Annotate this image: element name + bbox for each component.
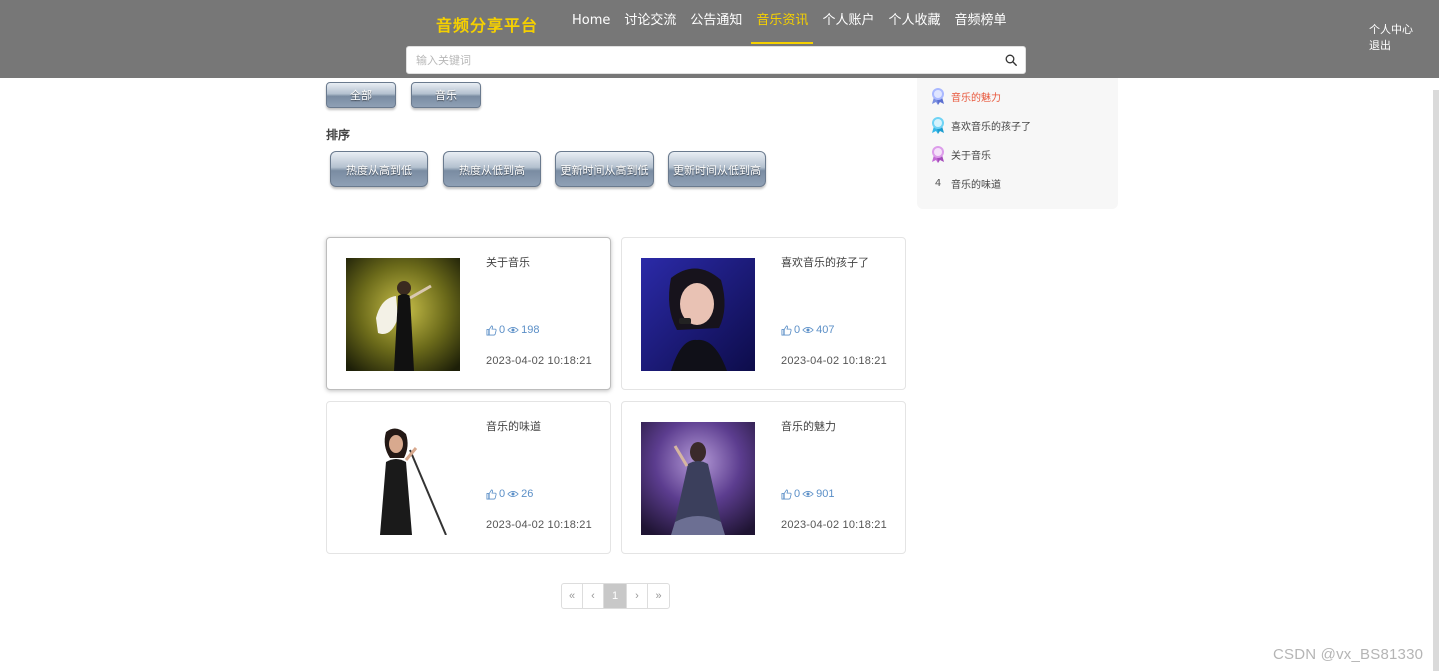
eye-icon	[802, 327, 814, 333]
article-card[interactable]: 音乐的魅力 0 901 2023-04-02 10:18:21	[621, 401, 906, 554]
sort-label: 排序	[326, 128, 351, 142]
rank-number: 4	[934, 177, 942, 189]
eye-icon	[802, 491, 814, 497]
sort-hot-asc-button[interactable]: 热度从低到高	[443, 151, 541, 187]
article-card[interactable]: 喜欢音乐的孩子了 0 407 2023-04-02 10:18:21	[621, 237, 906, 390]
article-stats: 0 198	[486, 324, 541, 336]
nav-audio-ranking[interactable]: 音频榜单	[947, 0, 1013, 44]
nav-discussion[interactable]: 讨论交流	[617, 0, 683, 44]
top-navbar: 音频分享平台 Home 讨论交流 公告通知 音乐资讯 个人账户 个人收藏 音频榜…	[0, 0, 1439, 78]
article-thumbnail	[641, 422, 755, 535]
ranking-item[interactable]: 关于音乐	[931, 144, 991, 164]
first-page-button[interactable]: «	[562, 584, 583, 608]
article-card[interactable]: 关于音乐 0 198 2023-04-02 10:18:21	[326, 237, 611, 390]
last-page-button[interactable]: »	[648, 584, 669, 608]
sort-time-desc-button[interactable]: 更新时间从高到低	[555, 151, 654, 187]
ranking-item-title: 音乐的魅力	[951, 92, 1001, 104]
article-title: 音乐的味道	[486, 420, 541, 433]
eye-icon	[507, 491, 519, 497]
current-page-button[interactable]: 1	[604, 584, 627, 608]
article-date: 2023-04-02 10:18:21	[486, 355, 592, 367]
article-stats: 0 26	[486, 488, 535, 500]
thumbs-up-icon	[781, 489, 792, 499]
view-count: 26	[521, 488, 534, 500]
like-count: 0	[794, 488, 801, 500]
article-date: 2023-04-02 10:18:21	[781, 355, 887, 367]
watermark: CSDN @vx_BS81330	[1273, 646, 1424, 663]
like-count: 0	[499, 324, 506, 336]
category-music-button[interactable]: 音乐	[411, 82, 481, 108]
next-page-button[interactable]: ›	[627, 584, 648, 608]
article-title: 喜欢音乐的孩子了	[781, 256, 869, 269]
article-title: 关于音乐	[486, 256, 530, 269]
logout-link[interactable]: 退出	[1369, 38, 1413, 54]
category-all-button[interactable]: 全部	[326, 82, 396, 108]
thumbs-up-icon	[486, 489, 497, 499]
search-icon[interactable]	[1005, 54, 1017, 66]
rank-1-medal-icon	[932, 88, 944, 105]
view-count: 407	[816, 324, 835, 336]
article-thumbnail	[346, 258, 460, 371]
like-count: 0	[794, 324, 801, 336]
rank-2-medal-icon	[932, 117, 944, 134]
hot-ranking-panel: 音乐的魅力 喜欢音乐的孩子了 关于音乐 4 音乐的味道	[917, 70, 1118, 209]
user-center-link[interactable]: 个人中心	[1369, 22, 1413, 38]
brand-title[interactable]: 音频分享平台	[436, 12, 538, 36]
article-date: 2023-04-02 10:18:21	[486, 519, 592, 531]
view-count: 901	[816, 488, 835, 500]
nav-home[interactable]: Home	[565, 0, 617, 44]
sort-hot-desc-button[interactable]: 热度从高到低	[330, 151, 428, 187]
page-scrollbar[interactable]	[1433, 90, 1439, 671]
search-bar	[406, 46, 1026, 74]
article-thumbnail	[641, 258, 755, 371]
article-thumbnail	[346, 422, 460, 535]
search-input[interactable]	[407, 47, 997, 73]
ranking-item-title: 喜欢音乐的孩子了	[951, 121, 1031, 133]
main-nav: Home 讨论交流 公告通知 音乐资讯 个人账户 个人收藏 音频榜单	[565, 0, 1013, 44]
article-stats: 0 407	[781, 324, 836, 336]
ranking-item[interactable]: 音乐的魅力	[931, 86, 1001, 106]
nav-announcements[interactable]: 公告通知	[683, 0, 749, 44]
thumbs-up-icon	[486, 325, 497, 335]
nav-favorites[interactable]: 个人收藏	[881, 0, 947, 44]
nav-music-news[interactable]: 音乐资讯	[749, 0, 815, 44]
pagination: « ‹ 1 › »	[561, 583, 670, 609]
rank-3-medal-icon	[932, 146, 944, 163]
user-links: 个人中心 退出	[1369, 22, 1413, 54]
article-stats: 0 901	[781, 488, 836, 500]
article-card[interactable]: 音乐的味道 0 26 2023-04-02 10:18:21	[326, 401, 611, 554]
prev-page-button[interactable]: ‹	[583, 584, 604, 608]
nav-account[interactable]: 个人账户	[815, 0, 881, 44]
article-title: 音乐的魅力	[781, 420, 836, 433]
thumbs-up-icon	[781, 325, 792, 335]
page: 音频分享平台 Home 讨论交流 公告通知 音乐资讯 个人账户 个人收藏 音频榜…	[0, 0, 1439, 671]
eye-icon	[507, 327, 519, 333]
ranking-item[interactable]: 喜欢音乐的孩子了	[931, 115, 1031, 135]
ranking-item-title: 关于音乐	[951, 150, 991, 162]
like-count: 0	[499, 488, 506, 500]
ranking-item-title: 音乐的味道	[951, 179, 1001, 191]
ranking-item[interactable]: 4 音乐的味道	[931, 173, 1001, 193]
article-date: 2023-04-02 10:18:21	[781, 519, 887, 531]
sort-time-asc-button[interactable]: 更新时间从低到高	[668, 151, 766, 187]
view-count: 198	[521, 324, 540, 336]
